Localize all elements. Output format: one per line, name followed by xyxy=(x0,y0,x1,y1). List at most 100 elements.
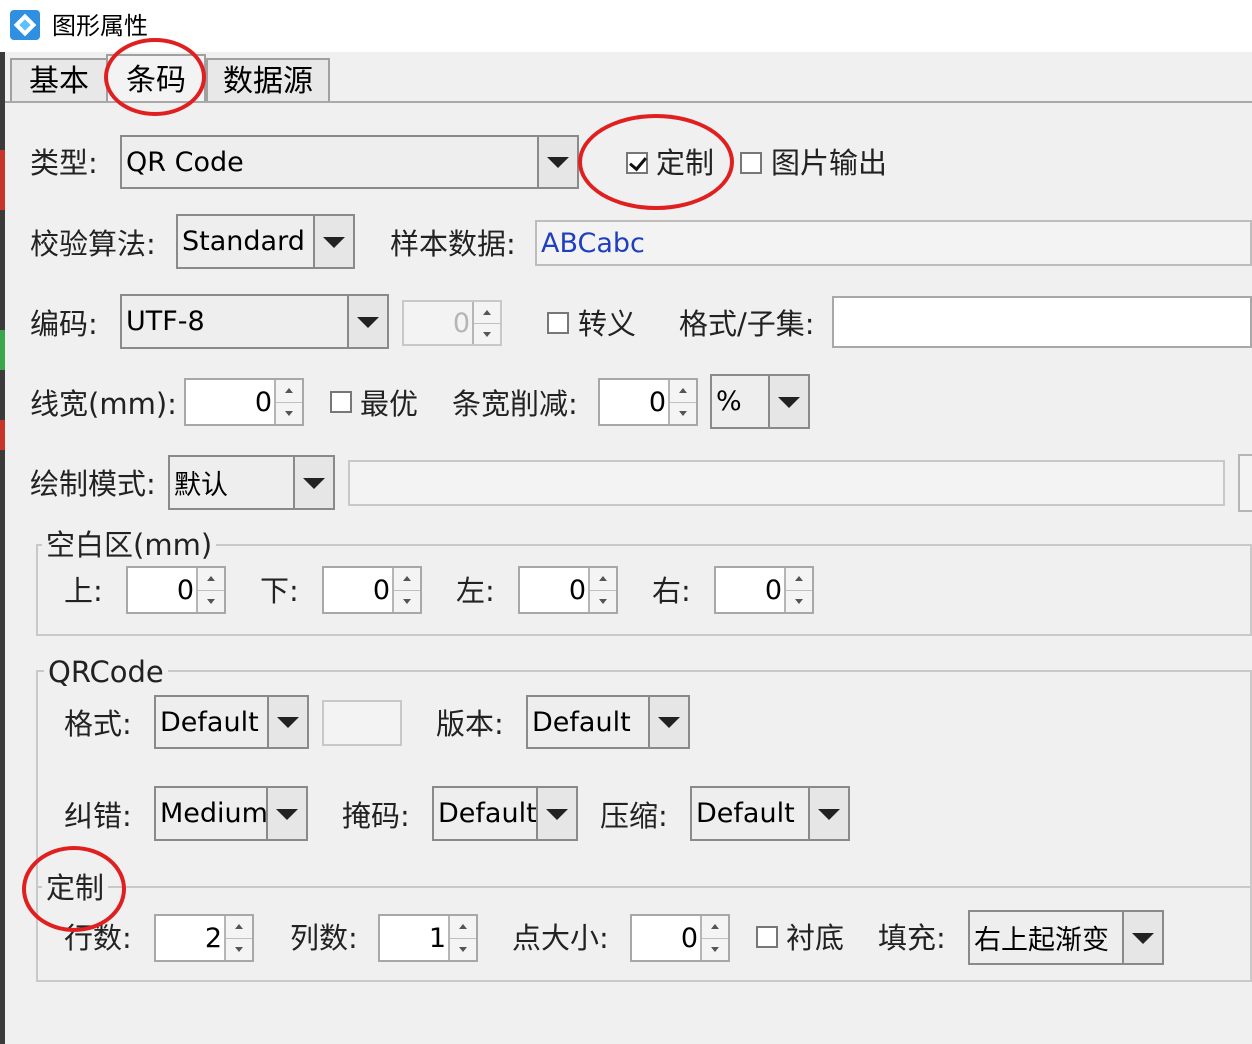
chevron-down-icon[interactable] xyxy=(537,137,577,187)
tab-basic[interactable]: 基本 xyxy=(10,58,108,102)
optimal-checkbox[interactable] xyxy=(330,391,352,413)
chevron-down-icon[interactable] xyxy=(313,216,353,267)
fill-select[interactable]: 右上起渐变 xyxy=(968,910,1164,965)
spin-up-icon[interactable] xyxy=(474,302,500,324)
spinner-arrows[interactable] xyxy=(700,916,728,960)
cols-label: 列数: xyxy=(290,921,358,955)
spin-down-icon[interactable] xyxy=(702,938,728,960)
background-label: 衬底 xyxy=(786,921,845,955)
qr-ecc-label: 纠错: xyxy=(64,799,132,833)
sample-data-field[interactable]: ABCabc xyxy=(535,220,1252,266)
quiet-left-spinner[interactable]: 0 xyxy=(518,566,618,614)
spin-up-icon[interactable] xyxy=(226,916,252,939)
spin-down-icon[interactable] xyxy=(450,938,476,960)
spinner-arrows[interactable] xyxy=(668,380,696,424)
optimal-label: 最优 xyxy=(360,387,419,421)
draw-mode-value: 默认 xyxy=(174,470,228,501)
escape-checkbox[interactable] xyxy=(547,312,569,334)
spin-down-icon[interactable] xyxy=(394,590,420,612)
chevron-down-icon[interactable] xyxy=(347,296,387,347)
type-label: 类型: xyxy=(30,146,98,180)
draw-mode-select[interactable]: 默认 xyxy=(168,455,335,510)
window-title: 图形属性 xyxy=(52,12,148,40)
spin-up-icon[interactable] xyxy=(394,568,420,591)
spin-down-icon[interactable] xyxy=(198,590,224,612)
quiet-bottom-value: 0 xyxy=(372,574,390,606)
spinner-arrows[interactable] xyxy=(196,568,224,612)
encoding-label: 编码: xyxy=(30,307,98,341)
qr-mask-label: 掩码: xyxy=(342,799,410,833)
annotation-circle-custom-section xyxy=(22,846,126,932)
qr-format-label: 格式: xyxy=(64,707,132,741)
dot-size-spinner[interactable]: 0 xyxy=(630,914,730,962)
rows-spinner[interactable]: 2 xyxy=(154,914,254,962)
cols-spinner[interactable]: 1 xyxy=(378,914,478,962)
spin-down-icon[interactable] xyxy=(226,938,252,960)
spinner-arrows[interactable] xyxy=(448,916,476,960)
spin-up-icon[interactable] xyxy=(276,380,302,403)
chevron-down-icon[interactable] xyxy=(808,788,848,839)
title-bar xyxy=(0,0,1252,52)
sample-data-label: 样本数据: xyxy=(390,227,516,261)
line-width-value: 0 xyxy=(254,386,272,418)
encoding-select[interactable]: UTF-8 xyxy=(120,294,389,349)
line-width-spinner[interactable]: 0 xyxy=(184,378,304,426)
qr-version-value: Default xyxy=(532,706,631,738)
spinner-arrows[interactable] xyxy=(274,380,302,424)
image-output-checkbox[interactable] xyxy=(740,152,762,174)
chevron-down-icon[interactable] xyxy=(768,376,808,427)
chevron-down-icon[interactable] xyxy=(266,788,306,839)
type-select[interactable]: QR Code xyxy=(120,135,579,189)
encoding-spinner-value: 0 xyxy=(452,307,470,339)
dot-size-value: 0 xyxy=(680,922,698,954)
quiet-top-spinner[interactable]: 0 xyxy=(126,566,226,614)
spinner-arrows[interactable] xyxy=(588,568,616,612)
sample-data-value: ABCabc xyxy=(541,227,645,259)
quiet-right-spinner[interactable]: 0 xyxy=(714,566,814,614)
qr-format-select[interactable]: Default xyxy=(154,695,309,749)
encoding-spinner[interactable]: 0 xyxy=(402,300,502,346)
chevron-down-icon[interactable] xyxy=(293,457,333,508)
spinner-arrows[interactable] xyxy=(784,568,812,612)
chevron-down-icon[interactable] xyxy=(536,788,576,839)
line-width-label: 线宽(mm): xyxy=(30,387,177,421)
spin-down-icon[interactable] xyxy=(786,590,812,612)
bar-reduce-label: 条宽削减: xyxy=(452,387,578,421)
qr-version-select[interactable]: Default xyxy=(526,695,690,749)
encoding-value: UTF-8 xyxy=(126,306,205,337)
spin-down-icon[interactable] xyxy=(474,323,500,344)
spin-down-icon[interactable] xyxy=(670,402,696,424)
qr-mask-select[interactable]: Default xyxy=(432,786,578,841)
draw-mode-label: 绘制模式: xyxy=(30,467,156,501)
background-checkbox[interactable] xyxy=(756,926,778,948)
checksum-label: 校验算法: xyxy=(30,227,156,261)
spin-up-icon[interactable] xyxy=(670,380,696,403)
chevron-down-icon[interactable] xyxy=(1122,912,1162,963)
quiet-right-label: 右: xyxy=(652,574,691,608)
tab-datasource[interactable]: 数据源 xyxy=(206,58,330,102)
draw-mode-button-edge[interactable] xyxy=(1238,454,1252,512)
spin-up-icon[interactable] xyxy=(786,568,812,591)
quiet-bottom-spinner[interactable]: 0 xyxy=(322,566,422,614)
format-subset-input[interactable] xyxy=(832,296,1252,348)
bar-reduce-value: 0 xyxy=(648,386,666,418)
chevron-down-icon[interactable] xyxy=(648,697,688,747)
spin-down-icon[interactable] xyxy=(276,402,302,424)
qr-ecc-select[interactable]: Medium xyxy=(154,786,308,841)
checksum-select[interactable]: Standard xyxy=(176,214,355,269)
spin-up-icon[interactable] xyxy=(450,916,476,939)
spin-up-icon[interactable] xyxy=(590,568,616,591)
qr-compress-select[interactable]: Default xyxy=(690,786,850,841)
spinner-arrows[interactable] xyxy=(472,302,500,344)
spin-up-icon[interactable] xyxy=(198,568,224,591)
spinner-arrows[interactable] xyxy=(392,568,420,612)
qr-compress-label: 压缩: xyxy=(600,799,668,833)
bar-reduce-unit-select[interactable]: % xyxy=(710,374,810,429)
rows-value: 2 xyxy=(204,922,222,954)
spinner-arrows[interactable] xyxy=(224,916,252,960)
chevron-down-icon[interactable] xyxy=(267,697,307,747)
spin-down-icon[interactable] xyxy=(590,590,616,612)
bar-reduce-spinner[interactable]: 0 xyxy=(598,378,698,426)
spin-up-icon[interactable] xyxy=(702,916,728,939)
qr-version-label: 版本: xyxy=(436,707,504,741)
